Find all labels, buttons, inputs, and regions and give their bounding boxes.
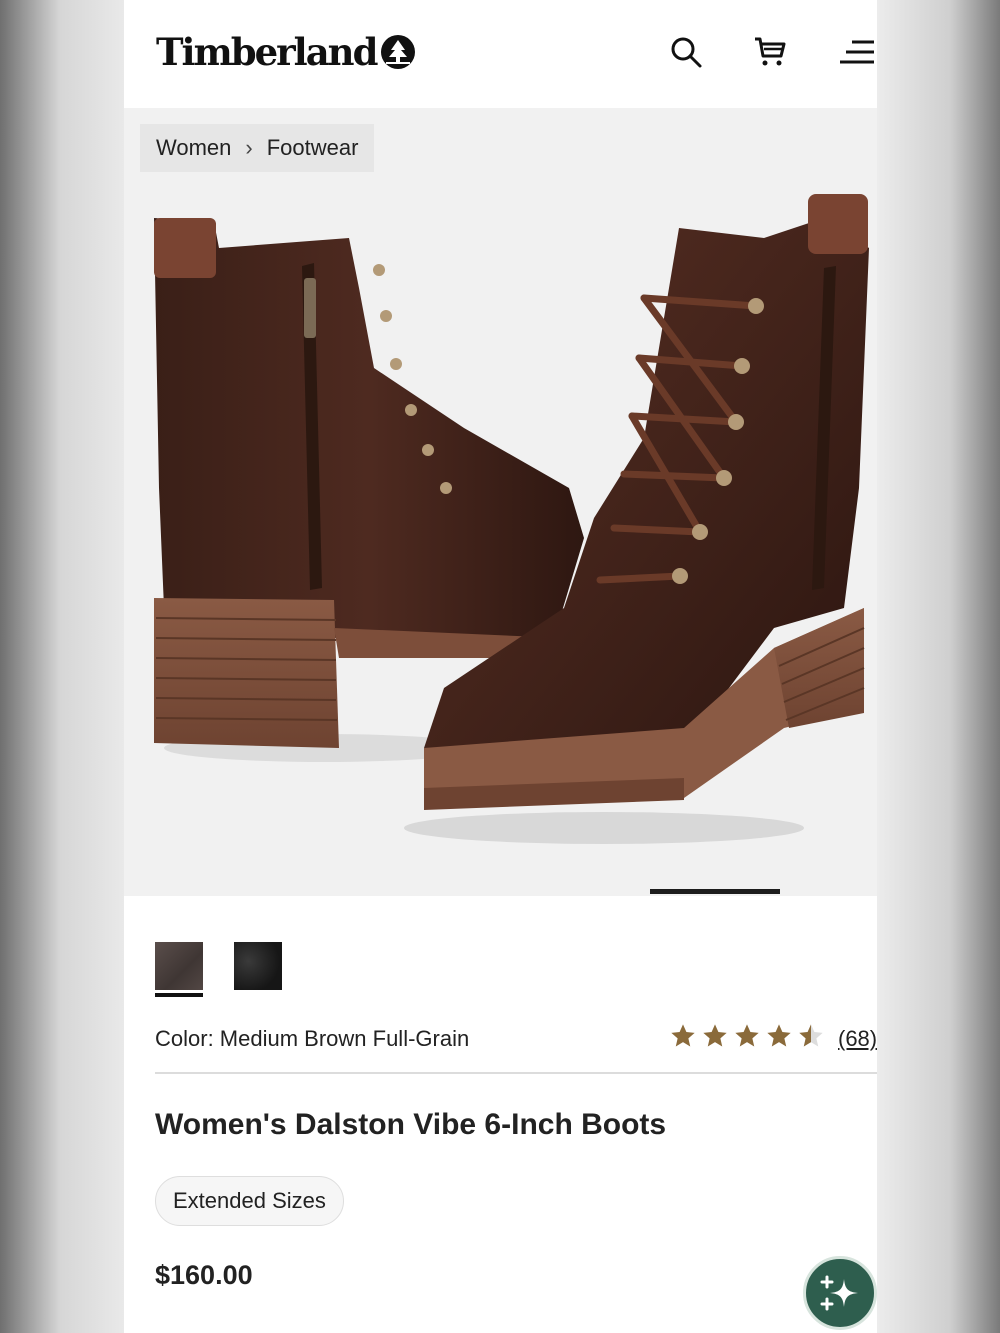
review-count-link[interactable]: (68) [838, 1026, 877, 1052]
color-swatch-black[interactable] [234, 942, 282, 990]
star-icon [703, 1024, 727, 1047]
star-icon [671, 1024, 695, 1047]
color-swatch-medium-brown[interactable] [155, 942, 203, 990]
search-icon[interactable] [668, 34, 704, 70]
divider [155, 1072, 877, 1074]
menu-icon[interactable] [838, 34, 874, 70]
star-icon [767, 1024, 791, 1047]
breadcrumb-item-footwear[interactable]: Footwear [267, 135, 359, 161]
site-header: Timberland [124, 0, 877, 108]
selected-swatch-indicator [155, 993, 203, 997]
ai-assistant-button[interactable] [803, 1256, 877, 1330]
cart-icon[interactable] [752, 34, 788, 70]
selected-color-label: Color: Medium Brown Full-Grain [155, 1026, 470, 1051]
extended-sizes-badge: Extended Sizes [155, 1176, 344, 1226]
star-icon [735, 1024, 759, 1047]
gallery-progress-indicator [650, 889, 780, 894]
chevron-right-icon: › [245, 135, 253, 160]
product-price: $160.00 [155, 1260, 253, 1290]
phone-frame: Timberland Women › Footwear Color: Mediu… [124, 0, 877, 1333]
product-image-gallery[interactable]: Women › Footwear [124, 108, 877, 896]
breadcrumb-item-women[interactable]: Women [156, 135, 231, 161]
rating-stars[interactable] [669, 1022, 825, 1050]
product-image [154, 194, 869, 844]
brand-wordmark: Timberland [156, 30, 378, 74]
tree-logo-icon [381, 35, 416, 69]
brand-logo[interactable]: Timberland [156, 30, 416, 74]
half-star-icon [799, 1024, 823, 1047]
sparkle-icon [820, 1275, 858, 1311]
product-title: Women's Dalston Vibe 6-Inch Boots [155, 1108, 667, 1141]
breadcrumb: Women › Footwear [140, 124, 375, 172]
